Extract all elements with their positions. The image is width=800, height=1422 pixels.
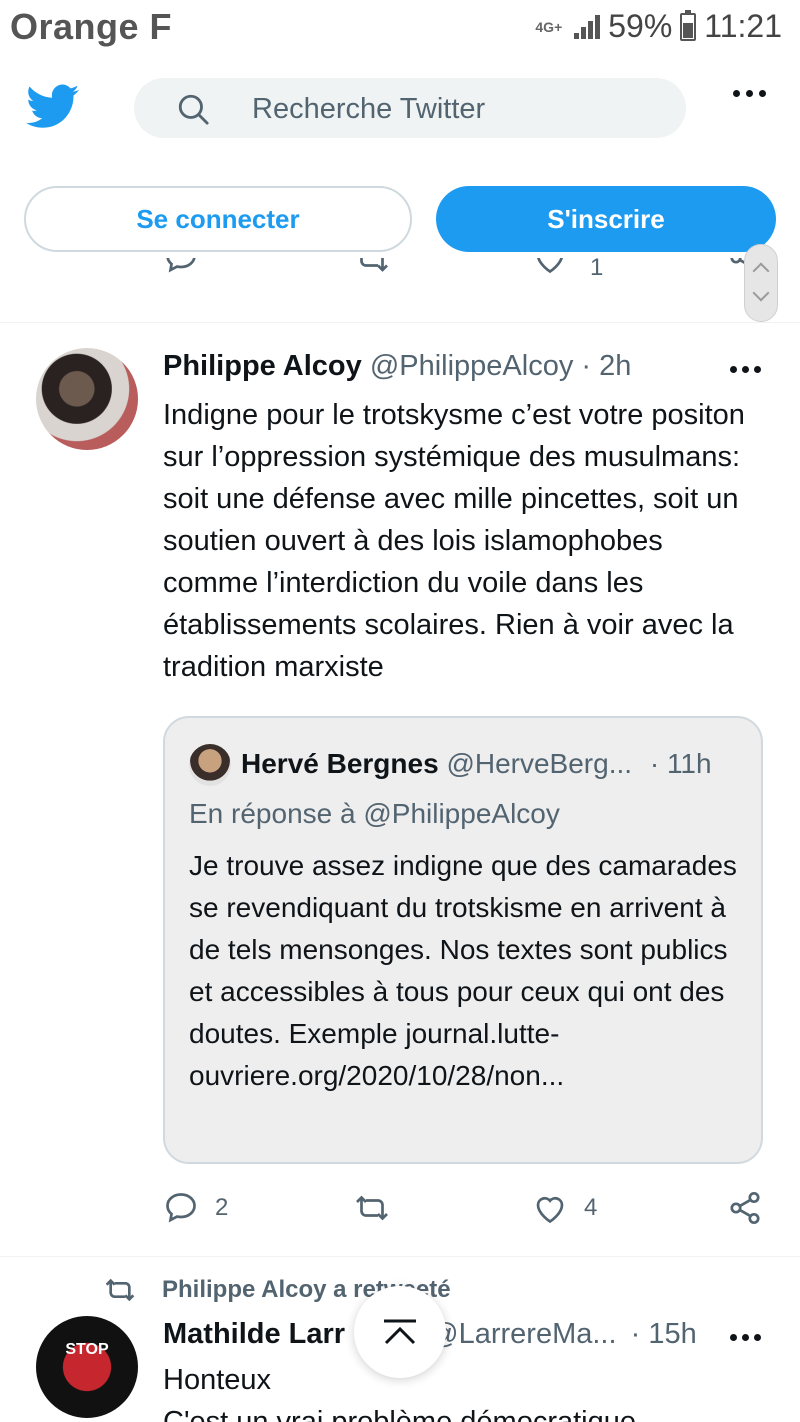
quoted-text: Je trouve assez indigne que des camarade…: [189, 850, 737, 1091]
tweet-divider: [0, 322, 800, 323]
avatar[interactable]: [36, 348, 138, 450]
quoted-avatar: [189, 744, 231, 786]
avatar-text: STOP: [65, 1341, 109, 1358]
quoted-author-handle: @HerveBerg...: [446, 748, 633, 779]
share-button[interactable]: [727, 1190, 763, 1226]
search-icon: [178, 94, 209, 125]
share-icon: [730, 1191, 760, 1225]
reply-icon: [166, 1193, 196, 1223]
retweet-icon: [356, 1195, 388, 1221]
signal-icon: [572, 13, 601, 41]
author-handle[interactable]: @LarrereMa...: [429, 1318, 616, 1350]
tweet-divider: [0, 1256, 800, 1257]
battery-fill: [683, 23, 694, 38]
scrollbar-handle[interactable]: [744, 244, 778, 322]
status-bar: Orange F 4G+ 59% 11:21: [0, 0, 800, 56]
tweet-text-line-2: C'est un vrai problème démocratique: [163, 1406, 636, 1422]
like-count: 1: [590, 258, 604, 281]
previous-tweet-actions: 1: [0, 258, 800, 298]
signup-button[interactable]: S'inscrire: [436, 186, 776, 252]
chevron-up-icon: [384, 1319, 416, 1345]
tweet-text: Indigne pour le trotskysme c’est votre p…: [163, 399, 745, 683]
login-button[interactable]: Se connecter: [24, 186, 412, 252]
author-name[interactable]: Mathilde Larr: [163, 1318, 345, 1350]
quoted-time: 11h: [666, 748, 712, 779]
tweet-header: Philippe Alcoy @PhilippeAlcoy · 2h: [163, 350, 631, 383]
tweet-time[interactable]: 15h: [648, 1318, 696, 1350]
network-type: 4G+: [535, 18, 563, 35]
tweet-more-icon[interactable]: [730, 1334, 761, 1341]
battery-icon: [680, 9, 697, 41]
retweet-button[interactable]: [354, 1190, 406, 1226]
app-header: Recherche Twitter: [0, 70, 800, 150]
avatar[interactable]: STOP: [36, 1316, 138, 1418]
search-bar[interactable]: Recherche Twitter: [134, 78, 686, 138]
tweet-actions: 2 4: [163, 1190, 773, 1234]
quoted-reply-context: En réponse à @PhilippeAlcoy: [189, 798, 560, 829]
retweet-icon[interactable]: [354, 258, 390, 276]
retweet-icon: [105, 1278, 135, 1302]
like-icon[interactable]: [532, 258, 568, 276]
reply-icon[interactable]: [163, 258, 199, 276]
like-button[interactable]: 4: [532, 1190, 597, 1226]
quoted-author-name: Hervé Bergnes: [241, 748, 439, 779]
more-horizontal-icon[interactable]: [733, 90, 766, 97]
clock: 11:21: [704, 8, 782, 44]
separator-dot: ·: [581, 350, 592, 382]
twitter-bird-icon[interactable]: [26, 84, 80, 130]
tweet-text: Honteux: [163, 1364, 272, 1396]
quoted-header: Hervé Bergnes @HerveBerg... · 11h: [241, 748, 741, 780]
search-placeholder: Recherche Twitter: [252, 93, 486, 125]
chevron-up-icon: [752, 262, 770, 280]
separator-dot: ·: [649, 748, 660, 779]
separator-dot: ·: [630, 1318, 641, 1350]
author-handle[interactable]: @PhilippeAlcoy: [370, 350, 574, 382]
like-count: 4: [584, 1194, 598, 1221]
tweet-time[interactable]: 2h: [599, 350, 631, 382]
tweet-more-icon[interactable]: [730, 366, 761, 373]
carrier-label: Orange F: [10, 6, 173, 47]
chevron-down-icon: [752, 284, 770, 302]
quoted-tweet[interactable]: Hervé Bergnes @HerveBerg... · 11h En rép…: [163, 716, 763, 1164]
reply-count: 2: [215, 1194, 229, 1221]
status-icons: 4G+ 59% 11:21: [535, 8, 782, 45]
like-icon: [536, 1196, 564, 1224]
scroll-to-top-button[interactable]: [354, 1286, 446, 1378]
reply-button[interactable]: 2: [163, 1190, 228, 1226]
battery-percent: 59%: [608, 8, 673, 44]
author-name[interactable]: Philippe Alcoy: [163, 350, 362, 382]
